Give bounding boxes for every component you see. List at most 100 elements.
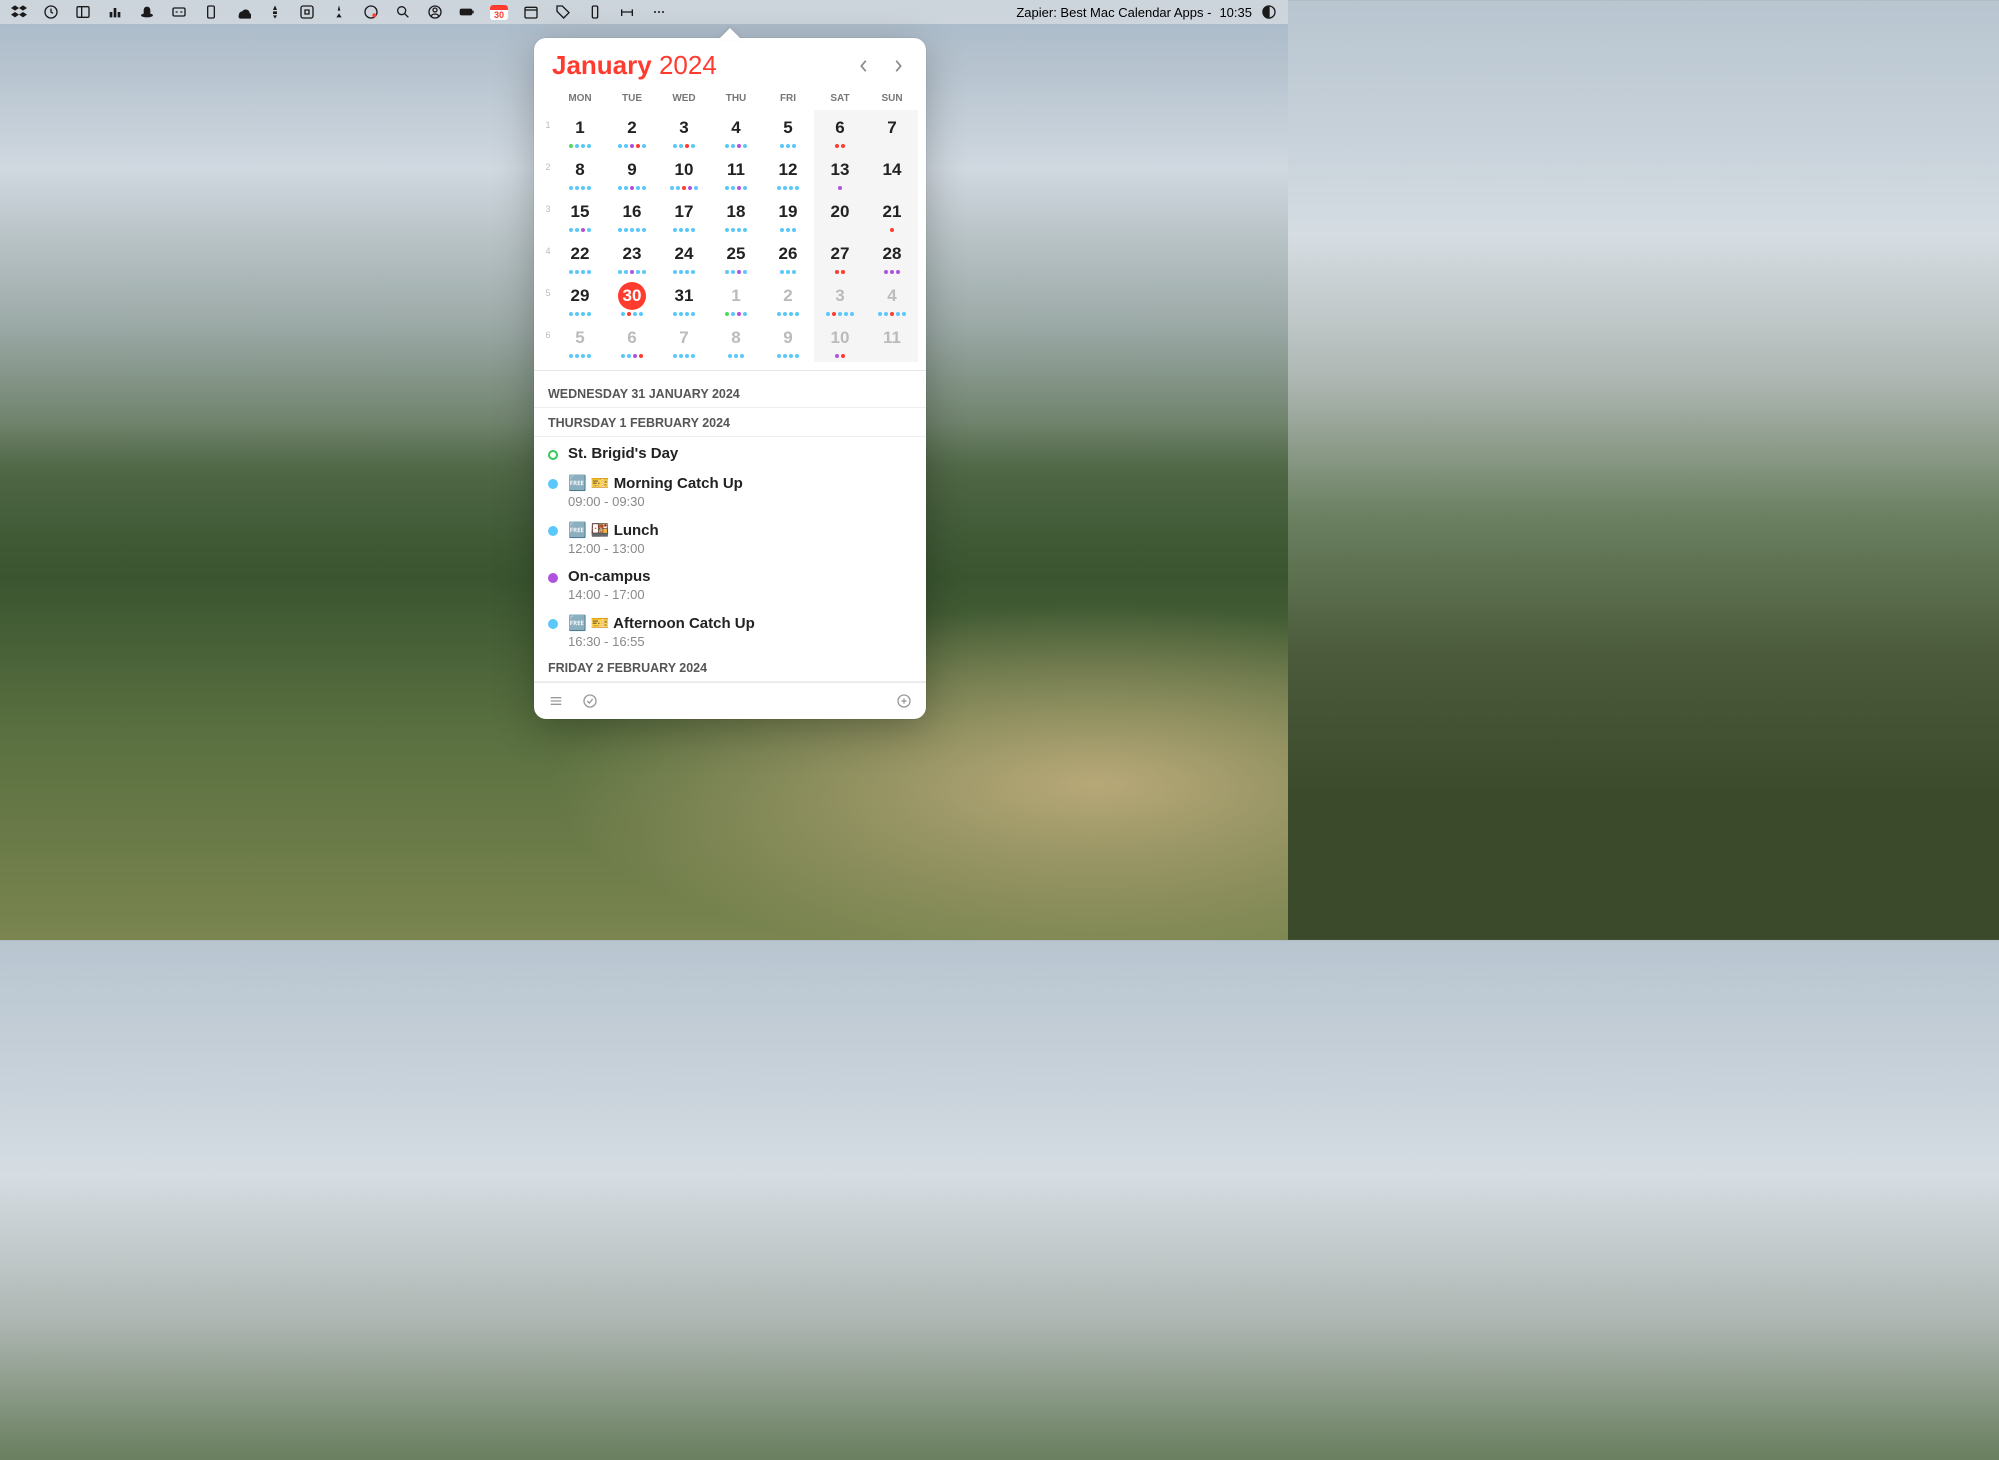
day-cell[interactable]: 9 bbox=[606, 152, 658, 194]
day-number: 30 bbox=[618, 282, 646, 310]
device-icon[interactable] bbox=[202, 3, 220, 21]
day-cell[interactable]: 28 bbox=[866, 236, 918, 278]
event-dot bbox=[685, 354, 689, 358]
day-number: 27 bbox=[826, 240, 854, 268]
day-cell[interactable]: 1 bbox=[710, 278, 762, 320]
day-dots bbox=[658, 228, 710, 234]
day-cell[interactable]: 7 bbox=[658, 320, 710, 362]
tag-icon[interactable] bbox=[554, 3, 572, 21]
timer-icon[interactable] bbox=[42, 3, 60, 21]
day-number: 11 bbox=[722, 156, 750, 184]
day-number: 23 bbox=[618, 240, 646, 268]
day-cell[interactable]: 31 bbox=[658, 278, 710, 320]
day-cell[interactable]: 26 bbox=[762, 236, 814, 278]
tasks-button[interactable] bbox=[578, 689, 602, 713]
event-dot bbox=[691, 312, 695, 316]
event-dot bbox=[624, 228, 628, 232]
day-cell[interactable]: 5 bbox=[762, 110, 814, 152]
day-cell[interactable]: 3 bbox=[814, 278, 866, 320]
day-cell[interactable]: 24 bbox=[658, 236, 710, 278]
day-cell[interactable]: 8 bbox=[710, 320, 762, 362]
day-cell[interactable]: 3 bbox=[658, 110, 710, 152]
add-event-button[interactable] bbox=[892, 689, 916, 713]
day-cell[interactable]: 13 bbox=[814, 152, 866, 194]
bridge-icon[interactable] bbox=[618, 3, 636, 21]
prev-month-button[interactable] bbox=[854, 56, 874, 76]
day-cell[interactable]: 30 bbox=[606, 278, 658, 320]
day-cell[interactable]: 5 bbox=[554, 320, 606, 362]
day-cell[interactable]: 21 bbox=[866, 194, 918, 236]
next-month-button[interactable] bbox=[888, 56, 908, 76]
day-cell[interactable]: 10 bbox=[814, 320, 866, 362]
day-cell[interactable]: 9 bbox=[762, 320, 814, 362]
rocket-icon[interactable] bbox=[266, 3, 284, 21]
day-number: 4 bbox=[722, 114, 750, 142]
day-cell[interactable]: 1 bbox=[554, 110, 606, 152]
day-cell[interactable]: 11 bbox=[866, 320, 918, 362]
event-dot bbox=[630, 228, 634, 232]
day-cell[interactable]: 4 bbox=[866, 278, 918, 320]
event-dot bbox=[679, 270, 683, 274]
event-dot bbox=[795, 354, 799, 358]
day-cell[interactable]: 11 bbox=[710, 152, 762, 194]
crane-icon[interactable] bbox=[106, 3, 124, 21]
day-cell[interactable]: 4 bbox=[710, 110, 762, 152]
day-cell[interactable]: 2 bbox=[606, 110, 658, 152]
popover-footer bbox=[534, 682, 926, 719]
day-cell[interactable]: 6 bbox=[606, 320, 658, 362]
day-number: 28 bbox=[878, 240, 906, 268]
calendar-year: 2024 bbox=[659, 50, 717, 80]
calendar2-icon[interactable] bbox=[522, 3, 540, 21]
command-icon[interactable] bbox=[298, 3, 316, 21]
day-cell[interactable]: 7 bbox=[866, 110, 918, 152]
hat-icon[interactable] bbox=[138, 3, 156, 21]
day-cell[interactable]: 23 bbox=[606, 236, 658, 278]
sync-alert-icon[interactable] bbox=[362, 3, 380, 21]
day-cell[interactable]: 19 bbox=[762, 194, 814, 236]
day-cell[interactable]: 25 bbox=[710, 236, 762, 278]
agenda-list[interactable]: WEDNESDAY 31 JANUARY 2024THURSDAY 1 FEBR… bbox=[534, 371, 926, 682]
event-dot bbox=[618, 270, 622, 274]
agenda-event[interactable]: 🆓 🎫 Morning Catch Up 09:00 - 09:30 bbox=[534, 466, 926, 513]
event-dot bbox=[734, 354, 738, 358]
event-dot bbox=[587, 228, 591, 232]
battery-icon[interactable] bbox=[458, 3, 476, 21]
day-cell[interactable]: 18 bbox=[710, 194, 762, 236]
agenda-event[interactable]: 🆓 🍱 Lunch 12:00 - 13:00 bbox=[534, 513, 926, 560]
more-icon[interactable] bbox=[650, 3, 668, 21]
event-dot bbox=[569, 186, 573, 190]
menubar-time[interactable]: 10:35 bbox=[1219, 5, 1252, 20]
day-cell[interactable]: 29 bbox=[554, 278, 606, 320]
day-cell[interactable]: 17 bbox=[658, 194, 710, 236]
day-cell[interactable]: 20 bbox=[814, 194, 866, 236]
day-cell[interactable]: 2 bbox=[762, 278, 814, 320]
agenda-event[interactable]: On-campus 14:00 - 17:00 bbox=[534, 560, 926, 606]
day-dots bbox=[554, 228, 606, 234]
day-number: 4 bbox=[878, 282, 906, 310]
moon-icon[interactable] bbox=[1260, 3, 1278, 21]
day-cell[interactable]: 27 bbox=[814, 236, 866, 278]
agenda-event[interactable]: 🆓 🎫 Afternoon Catch Up 16:30 - 16:55 bbox=[534, 606, 926, 653]
calendar-menubar-icon[interactable]: 30 bbox=[490, 5, 508, 20]
day-cell[interactable]: 6 bbox=[814, 110, 866, 152]
menubar-status-text[interactable]: Zapier: Best Mac Calendar Apps - bbox=[1016, 5, 1211, 20]
search-icon[interactable] bbox=[394, 3, 412, 21]
launch-icon[interactable] bbox=[330, 3, 348, 21]
day-cell[interactable]: 22 bbox=[554, 236, 606, 278]
menu-button[interactable] bbox=[544, 689, 568, 713]
sidebar-icon[interactable] bbox=[74, 3, 92, 21]
calendar-grid: MONTUEWEDTHUFRISATSUN 1 1 2 3 4 5 6 7 2 … bbox=[534, 89, 926, 371]
event-dot bbox=[639, 354, 643, 358]
day-cell[interactable]: 15 bbox=[554, 194, 606, 236]
day-cell[interactable]: 10 bbox=[658, 152, 710, 194]
captions-icon[interactable] bbox=[170, 3, 188, 21]
user-icon[interactable] bbox=[426, 3, 444, 21]
dropbox-icon[interactable] bbox=[10, 3, 28, 21]
day-cell[interactable]: 12 bbox=[762, 152, 814, 194]
day-cell[interactable]: 8 bbox=[554, 152, 606, 194]
agenda-event[interactable]: St. Brigid's Day bbox=[534, 437, 926, 466]
phone-icon[interactable] bbox=[586, 3, 604, 21]
day-cell[interactable]: 14 bbox=[866, 152, 918, 194]
day-cell[interactable]: 16 bbox=[606, 194, 658, 236]
cloud-icon[interactable] bbox=[234, 3, 252, 21]
